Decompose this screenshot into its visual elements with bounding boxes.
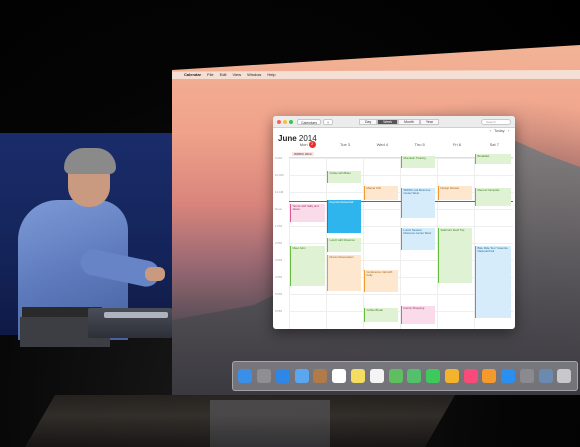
keyboard	[104, 312, 168, 318]
maps-icon[interactable]	[388, 369, 403, 383]
week-grid: 9 AM 10 AM 11 AM Noon 1 PM 2 PM 3 PM 4 P…	[275, 154, 513, 329]
close-button[interactable]	[277, 120, 281, 124]
menu-item[interactable]: File	[207, 72, 213, 77]
minimize-button[interactable]	[283, 120, 287, 124]
presenter-hair	[64, 148, 116, 174]
today-button[interactable]: Today	[494, 128, 505, 133]
hour-label: 5 PM	[275, 292, 283, 296]
calendar-event[interactable]: Lunch Session Moscone Center West	[401, 228, 435, 250]
calendar-event[interactable]: Coffee Break	[364, 308, 398, 322]
contacts-icon[interactable]	[313, 369, 328, 383]
date-navigation: ‹ Today ›	[490, 128, 509, 133]
hour-label: 4 PM	[275, 275, 283, 279]
hour-label: 3 PM	[275, 258, 283, 262]
calendar-event[interactable]: WWDC Lab Moscone Center West	[401, 188, 435, 218]
menu-item[interactable]: Help	[267, 72, 275, 77]
trash-icon[interactable]	[557, 369, 572, 383]
calendar-event[interactable]: Dinner Reservation	[327, 255, 361, 291]
prev-week-button[interactable]: ‹	[490, 128, 491, 133]
day-header[interactable]: Thu 5	[401, 140, 438, 150]
hour-label: 2 PM	[275, 241, 283, 245]
day-header[interactable]: Tue 3	[326, 140, 363, 150]
calendar-event[interactable]: Meet at Campsite	[475, 188, 511, 206]
add-event-button[interactable]: +	[323, 119, 334, 125]
finder-icon[interactable]	[238, 369, 253, 383]
calendar-event[interactable]: Meet John	[290, 246, 325, 286]
search-input[interactable]: Search	[481, 119, 511, 125]
day-header[interactable]: Wed 4	[364, 140, 401, 150]
all-day-event[interactable]: WWDC 2014	[292, 152, 314, 156]
tab-day[interactable]: Day	[359, 119, 378, 125]
calendars-button[interactable]: Calendars	[297, 119, 321, 125]
hour-label: 6 PM	[275, 309, 283, 313]
day-header[interactable]: Mon 2	[289, 140, 326, 150]
calendar-event[interactable]: Bike Ride Tour Yosemite National Park	[475, 246, 511, 318]
day-divider	[289, 158, 290, 329]
notes-icon[interactable]	[350, 369, 365, 383]
calendar-event[interactable]: Conference Call with Kelly	[364, 270, 398, 292]
menu-item[interactable]: Edit	[220, 72, 227, 77]
app-store-icon[interactable]	[501, 369, 516, 383]
hour-label: Noon	[275, 207, 283, 211]
mail-icon[interactable]	[294, 369, 309, 383]
calendar-event[interactable]: Breakfast	[475, 154, 511, 164]
photos-icon[interactable]	[444, 369, 459, 383]
hour-label: 1 PM	[275, 224, 283, 228]
hour-line	[289, 226, 513, 227]
calendar-event[interactable]: Mauna Chil	[364, 186, 398, 200]
zoom-button[interactable]	[289, 120, 293, 124]
calendar-toolbar: Calendars + Day Week Month Year Search	[273, 116, 515, 128]
itunes-icon[interactable]	[463, 369, 478, 383]
day-header[interactable]: Fri 6	[438, 140, 475, 150]
day-header[interactable]: Sat 7	[476, 140, 513, 150]
presenter-hand	[145, 267, 165, 281]
menu-item[interactable]: Calendar	[184, 72, 201, 77]
hour-label: 9 AM	[275, 156, 282, 160]
calendar-event[interactable]: Design Review	[438, 186, 472, 200]
calendar-window: Calendars + Day Week Month Year Search J…	[273, 116, 515, 329]
facetime-icon[interactable]	[426, 369, 441, 383]
ibooks-icon[interactable]	[482, 369, 497, 383]
menu-item[interactable]: Window	[247, 72, 261, 77]
calendar-event-selected[interactable]: Keynote Rehearsal	[327, 200, 361, 233]
floor-panel	[210, 400, 330, 447]
downloads-icon[interactable]	[538, 369, 553, 383]
calendar-icon[interactable]	[332, 369, 347, 383]
calendar-event[interactable]: Lunch with Mossimo	[327, 238, 361, 252]
reminders-icon[interactable]	[369, 369, 384, 383]
tab-month[interactable]: Month	[398, 119, 420, 125]
calendar-event[interactable]: Coffee with Brian	[327, 171, 361, 183]
messages-icon[interactable]	[407, 369, 422, 383]
day-divider	[363, 158, 364, 329]
calendar-event[interactable]: Tennis with Sally and Jason	[290, 204, 325, 222]
system-preferences-icon[interactable]	[519, 369, 534, 383]
hour-label: 11 AM	[275, 190, 284, 194]
calendar-event[interactable]: Sabrina's Field Trip	[438, 228, 472, 283]
menu-bar-items: Calendar File Edit View Window Help	[178, 72, 276, 77]
hour-line	[289, 175, 513, 176]
view-switcher: Day Week Month Year	[359, 119, 439, 125]
today-badge: 2	[308, 141, 316, 149]
dock	[232, 361, 578, 391]
launchpad-icon[interactable]	[257, 369, 272, 383]
tab-year[interactable]: Year	[419, 119, 439, 125]
day-headers: Mon 2 Tue 3 Wed 4 Thu 5 Fri 6 Sat 7	[289, 140, 513, 150]
next-week-button[interactable]: ›	[508, 128, 509, 133]
safari-icon[interactable]	[275, 369, 290, 383]
tab-week[interactable]: Week	[377, 119, 399, 125]
menu-item[interactable]: View	[232, 72, 241, 77]
calendar-event[interactable]: Family Shopping	[401, 306, 435, 324]
calendar-event[interactable]: Mountain Training	[401, 156, 435, 168]
hour-label: 10 AM	[275, 173, 284, 177]
